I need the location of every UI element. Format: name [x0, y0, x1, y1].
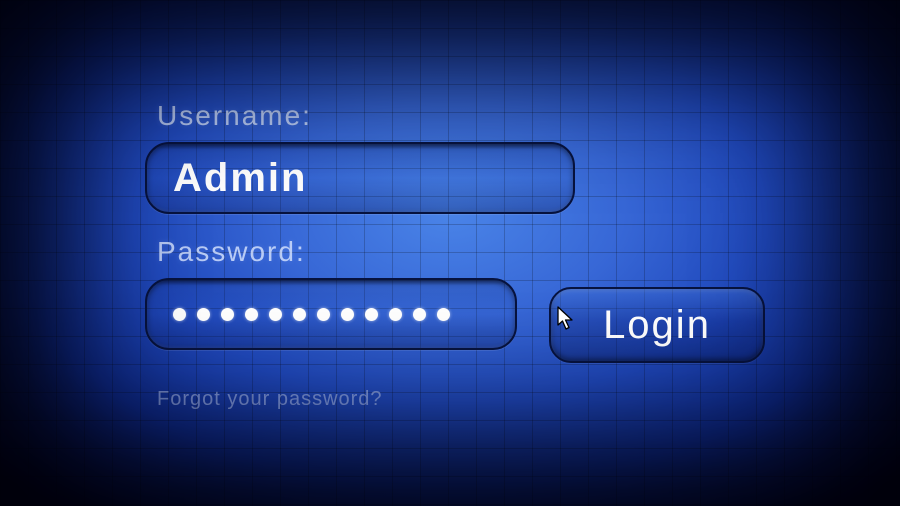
username-label: Username: — [157, 100, 765, 132]
forgot-password-link[interactable]: Forgot your password? — [157, 388, 765, 411]
username-input[interactable]: Admin — [145, 142, 575, 214]
password-input[interactable] — [145, 278, 517, 350]
password-row: Login — [145, 278, 765, 372]
password-mask-dots — [173, 308, 450, 321]
password-label: Password: — [157, 236, 765, 268]
login-button[interactable]: Login — [549, 287, 765, 363]
login-form: Username: Admin Password: Login Forgot y… — [145, 100, 765, 411]
login-screen: Username: Admin Password: Login Forgot y… — [0, 0, 900, 506]
